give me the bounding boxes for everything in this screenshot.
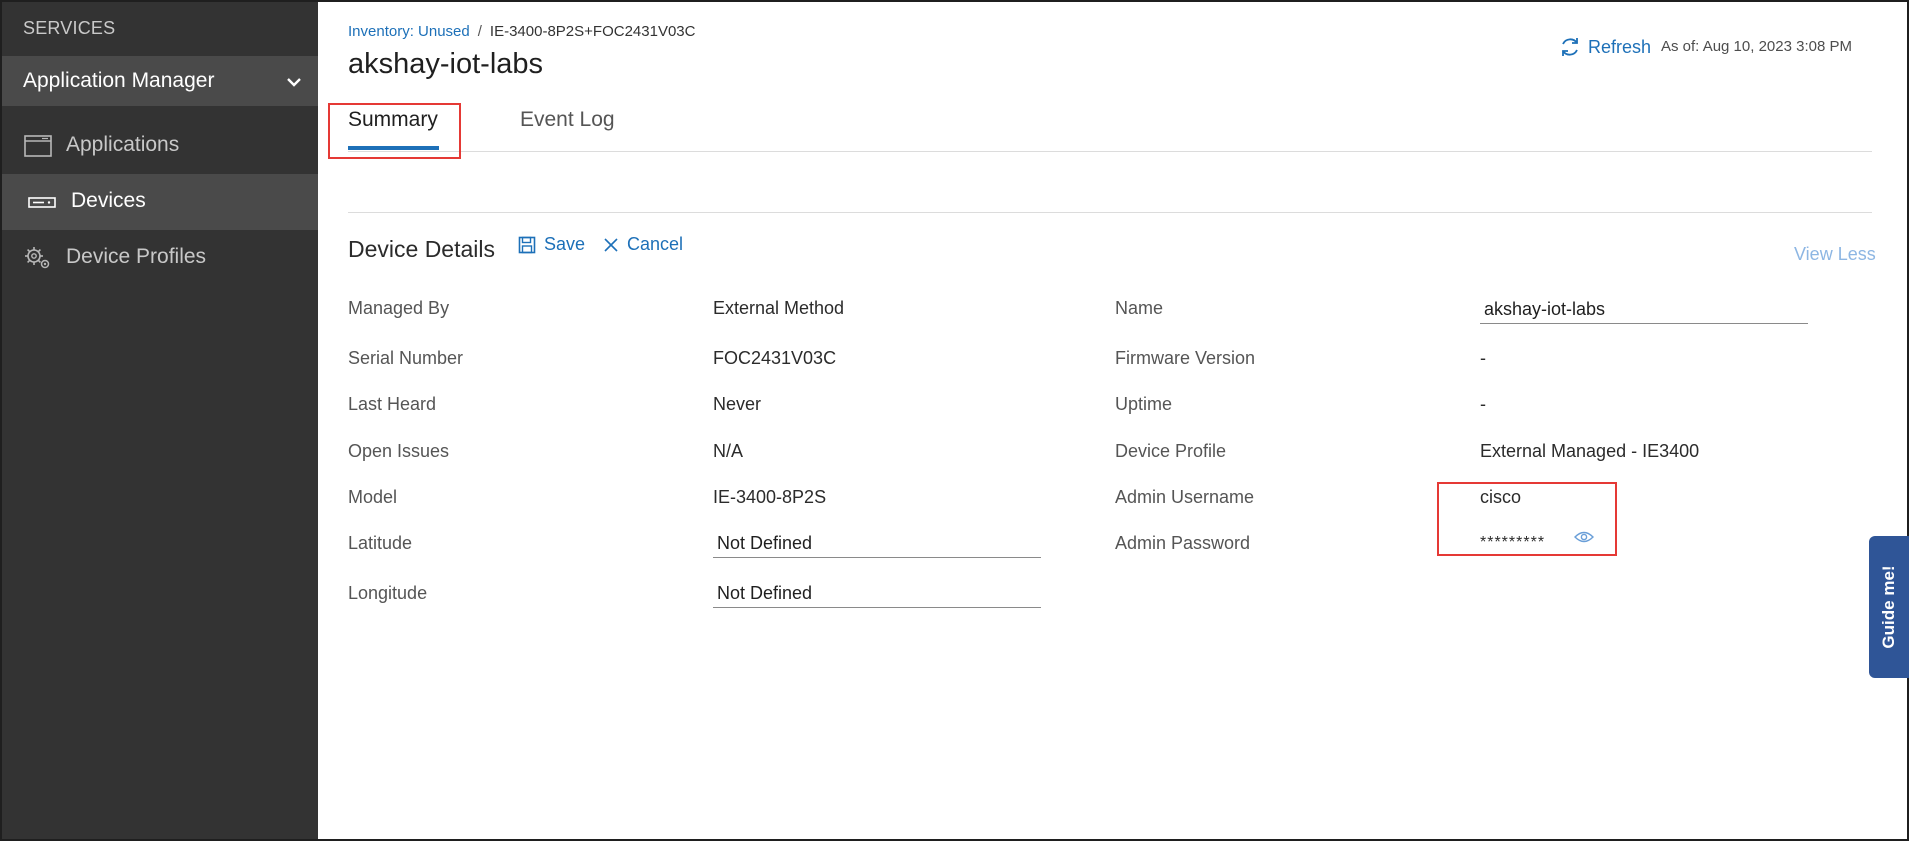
guide-me-button[interactable]: Guide me!	[1869, 536, 1909, 678]
latitude-label: Latitude	[348, 533, 413, 553]
breadcrumb-inventory-link[interactable]: Inventory: Unused	[348, 23, 470, 40]
model-value: IE-3400-8P2S	[713, 487, 827, 507]
gears-icon	[25, 247, 50, 269]
sidebar-item-device-profiles[interactable]: Device Profiles	[2, 230, 318, 286]
as-of-timestamp: As of: Aug 10, 2023 3:08 PM	[1661, 38, 1852, 55]
admin-credentials-highlight	[1437, 482, 1617, 556]
firmware-version-label: Firmware Version	[1115, 348, 1256, 368]
breadcrumb: Inventory: Unused / IE-3400-8P2S+FOC2431V0…	[348, 23, 695, 40]
last-heard-value: Never	[713, 394, 762, 414]
chevron-down-icon[interactable]	[284, 72, 304, 92]
uptime-label: Uptime	[1115, 394, 1173, 414]
close-icon	[604, 237, 618, 252]
firmware-version-value: -	[1480, 348, 1486, 368]
sidebar-item-label: Device Profiles	[66, 245, 207, 268]
tab-event-log[interactable]: Event Log	[520, 108, 615, 132]
application-manager-menu[interactable]: Application Manager	[2, 56, 318, 106]
save-button[interactable]: Save	[518, 234, 585, 255]
guide-me-label: Guide me!	[1879, 565, 1898, 649]
sidebar-item-applications[interactable]: Applications	[2, 118, 318, 174]
page-title: akshay-iot-labs	[348, 48, 544, 80]
tab-bar: Summary Event Log	[348, 102, 1872, 152]
section-divider	[348, 212, 1872, 213]
eye-icon[interactable]	[1574, 530, 1594, 544]
managed-by-value: External Method	[713, 298, 845, 318]
application-manager-label: Application Manager	[23, 69, 215, 92]
device-profile-label: Device Profile	[1115, 441, 1227, 461]
serial-number-label: Serial Number	[348, 348, 464, 368]
cancel-button[interactable]: Cancel	[603, 234, 683, 255]
services-label: SERVICES	[23, 18, 116, 38]
window-icon	[24, 135, 52, 157]
serial-number-value: FOC2431V03C	[713, 348, 837, 368]
uptime-value: -	[1480, 394, 1486, 414]
sidebar-item-label: Devices	[71, 189, 146, 212]
save-label: Save	[544, 234, 586, 254]
cancel-label: Cancel	[627, 234, 684, 254]
longitude-input[interactable]	[713, 578, 1041, 608]
breadcrumb-separator: /	[477, 23, 482, 40]
last-heard-label: Last Heard	[348, 394, 437, 414]
device-icon	[28, 197, 56, 208]
admin-username-label: Admin Username	[1115, 487, 1255, 507]
open-issues-label: Open Issues	[348, 441, 450, 461]
refresh-button[interactable]: Refresh	[1558, 35, 1651, 59]
view-less-link[interactable]: View Less	[1794, 244, 1876, 265]
sidebar-item-devices[interactable]: Devices	[2, 174, 318, 230]
name-input[interactable]	[1480, 294, 1808, 324]
device-details-title: Device Details	[348, 236, 495, 262]
refresh-icon	[1562, 38, 1578, 56]
breadcrumb-current: IE-3400-8P2S+FOC2431V03C	[489, 23, 696, 40]
managed-by-label: Managed By	[348, 298, 450, 318]
name-label: Name	[1115, 298, 1164, 318]
admin-password-label: Admin Password	[1115, 533, 1251, 553]
sidebar: SERVICES Application Manager Application…	[2, 2, 318, 839]
longitude-label: Longitude	[348, 583, 428, 603]
summary-tab-highlight	[328, 103, 461, 159]
device-profile-value: External Managed - IE3400	[1480, 441, 1700, 461]
open-issues-value: N/A	[713, 441, 744, 461]
model-label: Model	[348, 487, 398, 507]
latitude-input[interactable]	[713, 528, 1041, 558]
refresh-label: Refresh	[1588, 36, 1652, 57]
main-content: Inventory: Unused / IE-3400-8P2S+FOC2431V0…	[318, 2, 1907, 839]
save-icon	[518, 236, 536, 253]
sidebar-item-label: Applications	[66, 133, 180, 156]
